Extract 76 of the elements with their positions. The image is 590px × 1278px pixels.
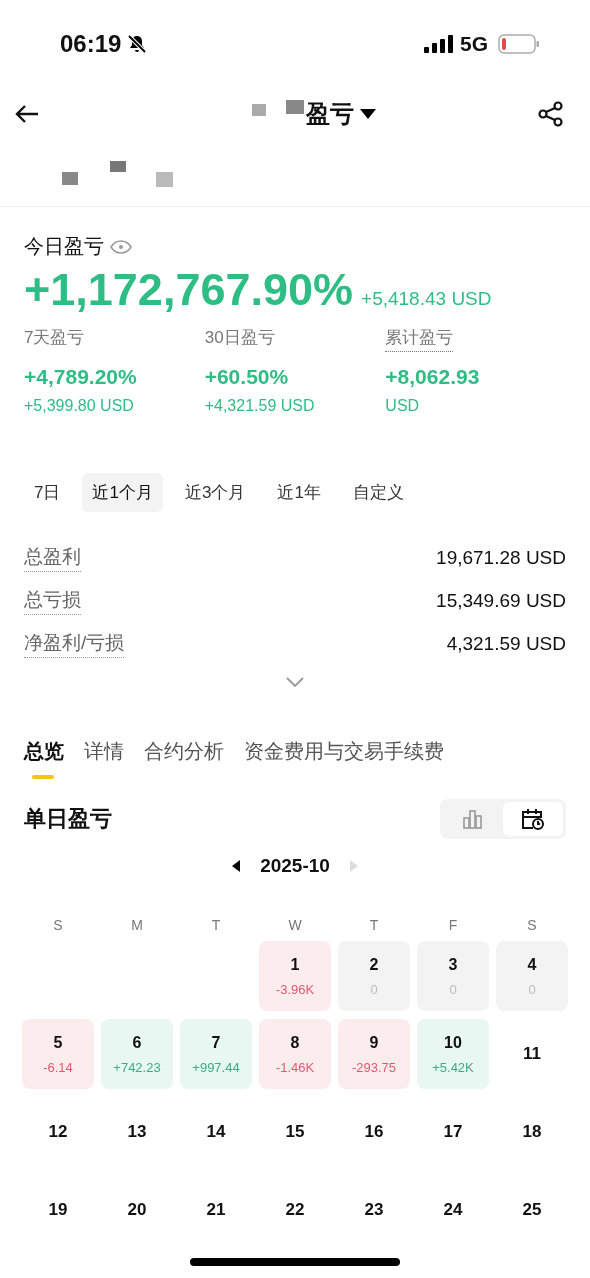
page-title[interactable]: 盈亏 xyxy=(306,98,354,130)
calendar-day-cell[interactable]: 8 -1.46K xyxy=(259,1019,331,1089)
calendar-icon[interactable] xyxy=(503,802,563,836)
section-tab[interactable]: 合约分析 xyxy=(144,738,224,779)
today-pnl-label: 今日盈亏 xyxy=(24,234,104,259)
summary-amount: USD xyxy=(385,397,420,415)
redaction-mark xyxy=(286,100,304,114)
summary-amount: +5,399.80 USD xyxy=(24,397,134,415)
calendar-day[interactable]: 15 xyxy=(259,1097,331,1167)
calendar-day-cell[interactable]: 7 +997.44 xyxy=(180,1019,252,1089)
weekday-label: T xyxy=(210,917,222,933)
calendar-day-cell[interactable]: 6 +742.23 xyxy=(101,1019,173,1089)
calendar-day[interactable]: 16 xyxy=(338,1097,410,1167)
daily-pnl-title: 单日盈亏 xyxy=(24,805,112,833)
calendar-day-cell[interactable]: 1 -3.96K xyxy=(259,941,331,1011)
stat-value: 15,349.69 USD xyxy=(436,590,566,612)
battery-icon xyxy=(498,34,540,54)
calendar-day[interactable]: 18 xyxy=(496,1097,568,1167)
back-icon[interactable] xyxy=(14,103,40,125)
calendar-day[interactable]: 22 xyxy=(259,1175,331,1245)
calendar-day[interactable]: 19 xyxy=(22,1175,94,1245)
summary-amount: +4,321.59 USD xyxy=(204,397,315,415)
stat-label[interactable]: 总亏损 xyxy=(24,587,81,615)
summary-value: +8,062.93 xyxy=(385,365,480,389)
calendar-day-cell[interactable]: 2 0 xyxy=(338,941,410,1011)
eye-icon[interactable] xyxy=(110,239,132,254)
stat-label[interactable]: 总盈利 xyxy=(24,544,81,572)
calendar-day[interactable]: 23 xyxy=(338,1175,410,1245)
weekday-label: S xyxy=(52,917,64,933)
summary-label: 7天盈亏 xyxy=(24,327,85,349)
today-pnl-percent: +1,172,767.90% xyxy=(24,264,354,316)
range-tab[interactable]: 近3个月 xyxy=(174,473,256,512)
dropdown-icon[interactable] xyxy=(360,109,376,119)
today-pnl-amount: +5,418.43 USD xyxy=(361,288,492,310)
bell-muted-icon xyxy=(127,34,148,54)
expand-icon[interactable] xyxy=(285,676,305,688)
status-time: 06:19 xyxy=(60,30,122,58)
summary-label: 30日盈亏 xyxy=(204,327,275,349)
stat-value: 19,671.28 USD xyxy=(436,547,566,569)
calendar-day[interactable]: 21 xyxy=(180,1175,252,1245)
stat-value: 4,321.59 USD xyxy=(446,633,566,655)
previous-month-icon[interactable] xyxy=(232,860,241,872)
weekday-label: T xyxy=(368,917,380,933)
calendar-day[interactable]: 20 xyxy=(101,1175,173,1245)
range-tab[interactable]: 近1年 xyxy=(267,473,331,512)
calendar-day-cell[interactable]: 9 -293.75 xyxy=(338,1019,410,1089)
calendar-day-cell[interactable]: 10 +5.42K xyxy=(417,1019,489,1089)
calendar-day[interactable]: 12 xyxy=(22,1097,94,1167)
stat-label[interactable]: 净盈利/亏损 xyxy=(24,630,125,658)
summary-value: +60.50% xyxy=(204,365,289,389)
weekday-label: W xyxy=(287,917,303,933)
summary-label[interactable]: 累计盈亏 xyxy=(385,326,454,352)
calendar-day-cell[interactable]: 4 0 xyxy=(496,941,568,1011)
range-tab[interactable]: 近1个月 xyxy=(82,473,163,512)
section-tab[interactable]: 资金费用与交易手续费 xyxy=(244,738,444,779)
calendar-day-cell[interactable]: 5 -6.14 xyxy=(22,1019,94,1089)
redaction-mark xyxy=(252,104,266,116)
section-tab[interactable]: 详情 xyxy=(84,738,124,779)
calendar-day[interactable]: 11 xyxy=(496,1019,568,1089)
calendar-day[interactable]: 17 xyxy=(417,1097,489,1167)
weekday-label: F xyxy=(447,917,459,933)
summary-value: +4,789.20% xyxy=(24,365,137,389)
calendar-day[interactable]: 13 xyxy=(101,1097,173,1167)
network-label: 5G xyxy=(460,32,488,56)
section-tab[interactable]: 总览 xyxy=(24,738,64,779)
calendar-day[interactable]: 24 xyxy=(417,1175,489,1245)
calendar-day-cell[interactable]: 3 0 xyxy=(417,941,489,1011)
weekday-label: M xyxy=(130,917,144,933)
month-label: 2025-10 xyxy=(260,855,330,877)
range-tab[interactable]: 自定义 xyxy=(342,473,414,512)
signal-icon xyxy=(424,35,454,53)
weekday-label: S xyxy=(526,917,538,933)
calendar-day[interactable]: 14 xyxy=(180,1097,252,1167)
calendar-day[interactable]: 25 xyxy=(496,1175,568,1245)
share-icon[interactable] xyxy=(538,101,564,127)
range-tab[interactable]: 7日 xyxy=(24,473,71,512)
